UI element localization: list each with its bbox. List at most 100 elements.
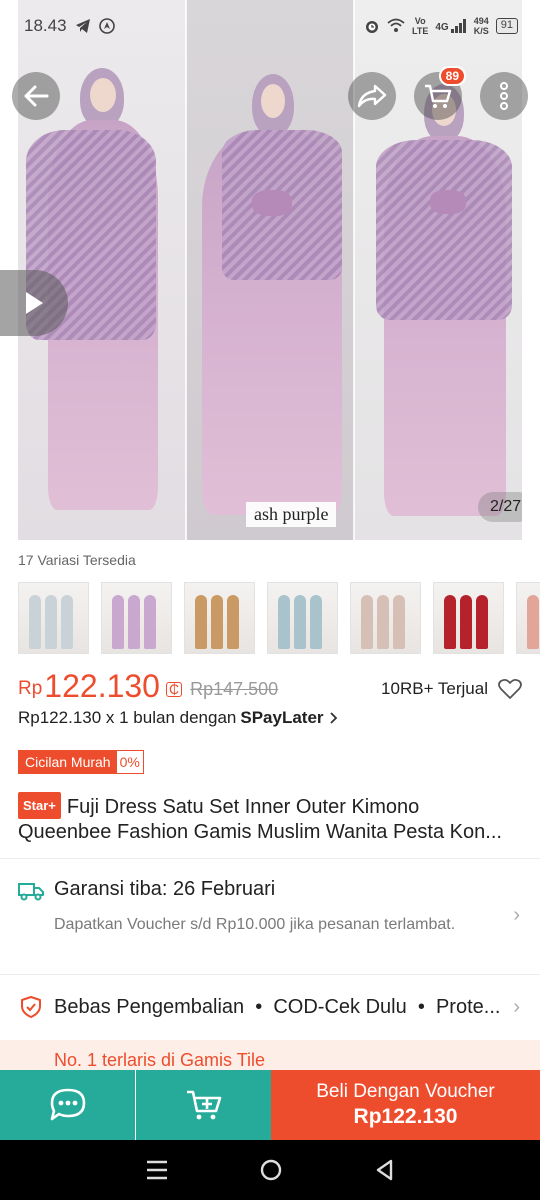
network-type: 4G — [435, 22, 449, 33]
variant-thumbnail[interactable] — [267, 582, 338, 654]
variant-model-figure — [195, 595, 207, 649]
installment-badge: Cicilan Murah 0% — [18, 750, 144, 774]
price-currency: Rp — [18, 678, 43, 699]
cart-button[interactable]: 89 — [414, 66, 466, 120]
arrow-left-icon — [24, 85, 49, 107]
back-button[interactable] — [12, 72, 60, 120]
sold-count: 10RB+ Terjual — [381, 679, 488, 698]
chat-bubble-icon — [50, 1088, 85, 1121]
status-left: 18.43 — [24, 16, 115, 36]
variant-model-figure — [377, 595, 389, 649]
variants-count-label: 17 Variasi Tersedia — [18, 552, 136, 568]
variant-model-figure — [144, 595, 156, 649]
section-divider — [0, 858, 540, 859]
price-original: Rp147.500 — [190, 678, 279, 699]
installment-rate: 0% — [116, 751, 143, 773]
signal-bars-icon — [450, 19, 466, 33]
status-right: Vo LTE 4G 494 K/S 91 — [364, 16, 518, 36]
wifi-icon — [387, 18, 405, 32]
cart-count-badge: 89 — [438, 66, 466, 86]
speed-unit: K/S — [473, 26, 489, 36]
volte-bottom: LTE — [412, 26, 429, 36]
speed-value: 494 — [473, 16, 489, 26]
variant-model-figure — [61, 595, 73, 649]
variant-model-figure — [45, 595, 57, 649]
product-title-line2: Queenbee Fashion Gamis Muslim Wanita Pes… — [18, 821, 502, 843]
chevron-right-icon: › — [513, 904, 520, 926]
image-counter: 2/27 — [478, 492, 522, 522]
spaylater-brand: SPayLater — [240, 708, 324, 727]
spaylater-link[interactable]: Rp122.130 x 1 bulan dengan SPayLater — [18, 708, 338, 728]
section-divider — [0, 974, 540, 975]
chevron-right-icon: › — [513, 996, 520, 1018]
variant-model-figure — [29, 595, 41, 649]
variant-thumbnail[interactable] — [350, 582, 421, 654]
product-title: Star+ Fuji Dress Satu Set Inner Outer Kim… — [18, 792, 522, 845]
home-circle-icon[interactable] — [259, 1158, 283, 1182]
play-video-button[interactable] — [0, 270, 68, 336]
variant-model-figure — [393, 595, 405, 649]
signal-indicator: 4G — [435, 19, 466, 33]
buy-price: Rp122.130 — [353, 1105, 458, 1128]
buy-with-voucher-button[interactable]: Beli Dengan Voucher Rp122.130 — [271, 1070, 540, 1140]
cart-plus-icon — [186, 1090, 221, 1120]
shipping-subtitle: Dapatkan Voucher s/d Rp10.000 jika pesan… — [54, 916, 456, 933]
variant-model-figure — [128, 595, 140, 649]
shield-check-icon — [21, 996, 41, 1018]
heart-icon[interactable] — [498, 678, 522, 700]
variant-thumbnail[interactable] — [101, 582, 172, 654]
network-speed: 494 K/S — [474, 16, 489, 36]
bestseller-text: No. 1 terlaris di Gamis Tile — [54, 1050, 266, 1070]
more-vertical-icon — [500, 82, 508, 110]
buy-label: Beli Dengan Voucher — [316, 1081, 495, 1102]
more-options-button[interactable] — [480, 72, 528, 120]
play-icon — [26, 292, 43, 314]
variant-thumbnail[interactable] — [516, 582, 540, 654]
back-triangle-icon[interactable] — [373, 1158, 395, 1182]
share-arrow-icon — [357, 84, 387, 108]
variant-model-figure — [476, 595, 488, 649]
returns-row[interactable]: Bebas Pengembalian • COD-Cek Dulu • Prot… — [0, 980, 540, 1036]
product-title-line1: Fuji Dress Satu Set Inner Outer Kimono — [66, 796, 420, 818]
truck-icon — [18, 883, 44, 901]
shipping-title: Garansi tiba: 26 Februari — [54, 878, 276, 900]
add-to-cart-button[interactable] — [136, 1070, 271, 1140]
variant-color-label: ash purple — [246, 502, 337, 527]
chat-button[interactable] — [0, 1070, 135, 1140]
telegram-icon — [75, 19, 90, 33]
returns-text: Bebas Pengembalian • COD-Cek Dulu • Prot… — [54, 996, 501, 1018]
share-button[interactable] — [348, 72, 396, 120]
variant-model-figure — [278, 595, 290, 649]
price-row: Rp 122.130 ₵ Rp147.500 10RB+ Terjual — [18, 666, 522, 706]
model-figure-center — [186, 0, 354, 540]
status-time: 18.43 — [24, 16, 67, 35]
bestseller-strip[interactable]: No. 1 terlaris di Gamis Tile — [0, 1040, 540, 1070]
variant-model-figure — [460, 595, 472, 649]
recent-apps-icon[interactable] — [145, 1159, 169, 1181]
system-navigation-bar — [0, 1140, 540, 1200]
alarm-icon — [366, 21, 379, 33]
variant-model-figure — [211, 595, 223, 649]
price-current: 122.130 — [44, 667, 160, 704]
variant-model-figure — [310, 595, 322, 649]
cart-icon — [425, 84, 452, 108]
shipping-guarantee-row[interactable]: Garansi tiba: 26 Februari Dapatkan Vouch… — [0, 866, 540, 972]
volte-top: Vo — [414, 16, 426, 26]
spaylater-text: Rp122.130 x 1 bulan dengan — [18, 708, 237, 727]
variant-thumbnail[interactable] — [184, 582, 255, 654]
installment-label: Cicilan Murah — [19, 751, 117, 773]
variant-model-figure — [294, 595, 306, 649]
status-bar: 18.43 Vo LTE 4G 494 K/S 91 — [0, 0, 540, 52]
battery-indicator: 91 — [495, 18, 518, 34]
variant-model-figure — [527, 595, 539, 649]
chevron-right-icon — [329, 712, 337, 724]
volte-indicator: Vo LTE — [412, 16, 428, 36]
variant-model-figure — [112, 595, 124, 649]
variant-thumbnail[interactable] — [18, 582, 89, 654]
star-plus-badge: Star+ — [18, 792, 61, 819]
variant-model-figure — [227, 595, 239, 649]
variant-thumbnails — [18, 582, 540, 654]
variant-thumbnail[interactable] — [433, 582, 504, 654]
variant-model-figure — [361, 595, 373, 649]
navigation-circle-icon — [98, 18, 115, 34]
